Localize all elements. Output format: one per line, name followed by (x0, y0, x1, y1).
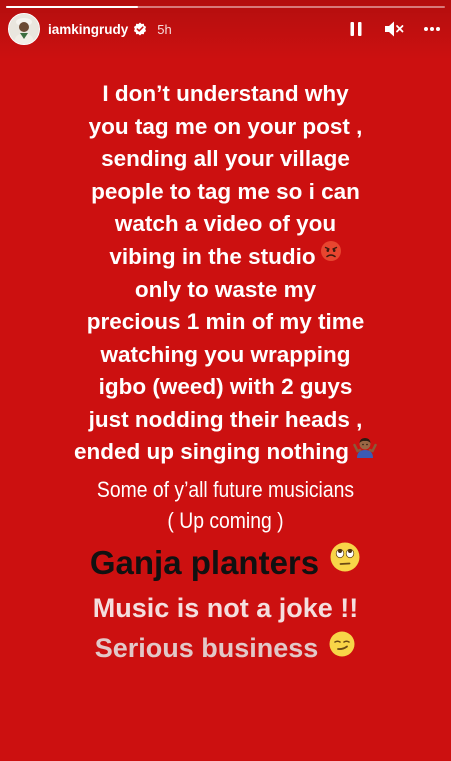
caption-line: sending all your village (101, 146, 350, 171)
story-progress-fill (6, 6, 138, 8)
eye-roll-emoji-icon (329, 541, 361, 583)
headline-text: Ganja planters (89, 544, 320, 582)
angry-face-emoji-icon (320, 239, 342, 272)
headline-with-emoji: Ganja planters (0, 542, 451, 586)
pause-button[interactable] (345, 18, 367, 40)
man-shrugging-emoji-icon (353, 435, 377, 469)
caption-line: people to tag me so i can (91, 178, 360, 204)
caption-line-with-emoji: vibing in the studio (0, 241, 451, 274)
story-progress-bar (6, 6, 445, 8)
serious-text: Serious business (94, 633, 319, 664)
caption-line: Some of y’all future musicians (96, 477, 355, 503)
avatar-image (9, 14, 39, 44)
caption-line: watch a video of you (114, 211, 337, 236)
username[interactable]: iamkingrudy (48, 22, 128, 37)
story-header: iamkingrudy 5h (0, 12, 451, 46)
secondary-caption: Some of y’all future musicians ( Up comi… (0, 474, 451, 536)
more-options-button[interactable] (421, 18, 443, 40)
story-controls (345, 18, 443, 40)
caption-line: I don’t understand why (102, 81, 349, 106)
caption-text: ended up singing nothing (74, 439, 349, 465)
avatar[interactable] (8, 13, 40, 45)
post-timestamp: 5h (157, 21, 172, 37)
caption-line: watching you wrapping (100, 341, 351, 367)
smirk-emoji-icon (328, 630, 356, 667)
caption-line: precious 1 min of my time (86, 309, 365, 335)
serious-line-with-emoji: Serious business (0, 630, 451, 668)
caption-line: just nodding their heads , (88, 406, 363, 432)
caption-line: you tag me on your post , (88, 113, 363, 139)
story-frame[interactable]: iamkingrudy 5h I don’t understand why yo… (0, 0, 451, 761)
story-text: I don’t understand why you tag me on you… (0, 78, 451, 669)
verified-badge-icon (133, 22, 147, 36)
caption-line: ( Up coming ) (167, 508, 284, 534)
pause-icon (350, 22, 362, 36)
music-line: Music is not a joke !! (92, 593, 359, 624)
more-icon (424, 27, 440, 31)
caption-text: vibing in the studio (109, 243, 316, 269)
caption-line: igbo (weed) with 2 guys (98, 374, 353, 400)
caption-line-with-emoji: ended up singing nothing (0, 436, 451, 470)
caption-line: only to waste my (134, 276, 317, 302)
mute-icon (385, 21, 404, 37)
mute-button[interactable] (383, 18, 405, 40)
